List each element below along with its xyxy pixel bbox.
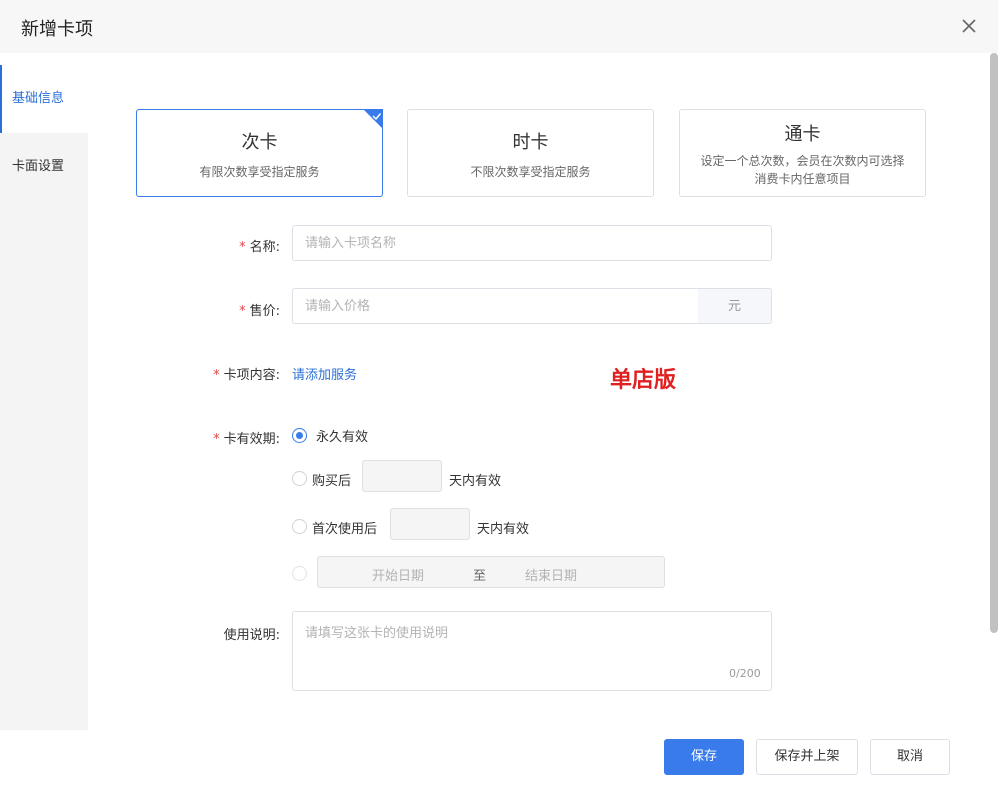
price-label: * 售价: bbox=[239, 304, 280, 319]
name-label: * 名称: bbox=[239, 240, 280, 255]
required-mark: * bbox=[239, 304, 246, 319]
save-button[interactable]: 保存 bbox=[664, 739, 744, 775]
content-label: * 卡项内容: bbox=[213, 368, 280, 383]
edition-note: 单店版 bbox=[610, 368, 677, 393]
close-icon[interactable] bbox=[958, 15, 980, 37]
required-mark: * bbox=[239, 240, 246, 255]
radio-permanent[interactable] bbox=[292, 428, 307, 443]
radio-after-first-use[interactable] bbox=[292, 519, 307, 534]
card-type-time[interactable]: 时卡 不限次数享受指定服务 bbox=[407, 109, 654, 197]
card-type-desc: 不限次数享受指定服务 bbox=[470, 165, 591, 179]
card-type-universal[interactable]: 通卡 设定一个总次数，会员在次数内可选择消费卡内任意项目 bbox=[679, 109, 926, 197]
after-purchase-label: 购买后 bbox=[312, 474, 352, 489]
price-unit: 元 bbox=[698, 288, 772, 324]
radio-after-purchase[interactable] bbox=[292, 471, 307, 486]
card-type-name: 通卡 bbox=[784, 124, 821, 145]
within-days-label: 天内有效 bbox=[449, 474, 502, 489]
validity-label: * 卡有效期: bbox=[213, 432, 280, 447]
date-separator: 至 bbox=[473, 569, 487, 584]
dialog-header: 新增卡项 bbox=[0, 0, 998, 53]
instructions-label: 使用说明: bbox=[223, 628, 280, 643]
radio-date-range[interactable] bbox=[292, 566, 307, 581]
sidebar-item-basic-info[interactable]: 基础信息 bbox=[0, 65, 88, 133]
card-type-name: 时卡 bbox=[512, 132, 549, 153]
card-type-desc: 有限次数享受指定服务 bbox=[199, 165, 320, 179]
required-mark: * bbox=[213, 432, 220, 447]
card-type-count[interactable]: 次卡 有限次数享受指定服务 bbox=[136, 109, 383, 197]
date-range-picker[interactable]: 开始日期 至 结束日期 bbox=[317, 556, 665, 588]
sidebar-item-card-face[interactable]: 卡面设置 bbox=[0, 133, 88, 201]
after-first-use-label: 首次使用后 bbox=[312, 522, 378, 537]
purchase-days-input[interactable] bbox=[362, 460, 442, 492]
cancel-button[interactable]: 取消 bbox=[870, 739, 950, 775]
add-service-link[interactable]: 请添加服务 bbox=[292, 364, 357, 383]
permanent-label: 永久有效 bbox=[316, 430, 369, 445]
within-days-label: 天内有效 bbox=[477, 522, 530, 537]
scrollbar[interactable] bbox=[990, 53, 998, 633]
card-type-name: 次卡 bbox=[241, 132, 278, 153]
check-corner-icon bbox=[363, 109, 383, 129]
char-counter: 0/200 bbox=[729, 667, 761, 680]
end-date-placeholder: 结束日期 bbox=[525, 569, 578, 584]
save-and-publish-button[interactable]: 保存并上架 bbox=[756, 739, 858, 775]
dialog-title: 新增卡项 bbox=[21, 19, 93, 40]
first-use-days-input[interactable] bbox=[390, 508, 470, 540]
card-type-desc: 设定一个总次数，会员在次数内可选择消费卡内任意项目 bbox=[700, 154, 905, 186]
required-mark: * bbox=[213, 368, 220, 383]
price-input[interactable] bbox=[292, 288, 699, 324]
start-date-placeholder: 开始日期 bbox=[372, 569, 425, 584]
instructions-textarea[interactable] bbox=[292, 611, 772, 691]
card-name-input[interactable] bbox=[292, 225, 772, 261]
sidebar: 基础信息 卡面设置 bbox=[0, 65, 88, 730]
